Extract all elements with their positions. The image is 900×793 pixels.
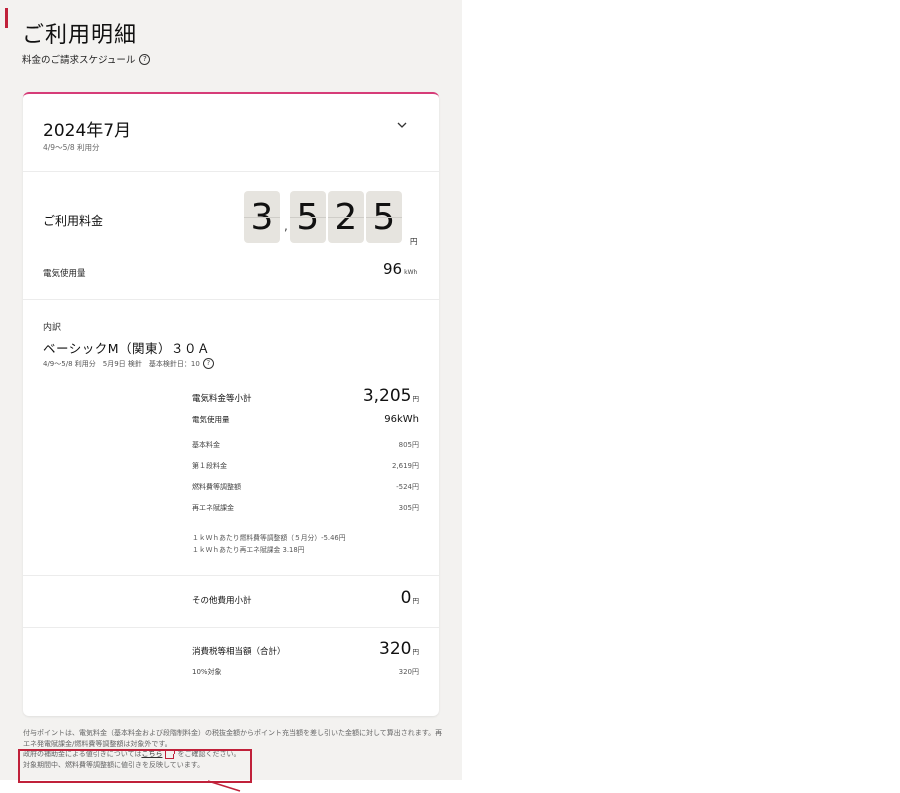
billing-schedule-link[interactable]: 料金のご請求スケジュール ?: [22, 52, 151, 66]
tax-total-amount: 320円: [379, 639, 419, 659]
breakdown-label: 内訳: [43, 323, 62, 333]
amount-unit: 円: [410, 237, 418, 246]
fuel-adjustment-note: １ｋＷｈあたり燃料費等調整額（５月分）-5.46円: [192, 534, 346, 542]
billing-schedule-label: 料金のご請求スケジュール: [22, 55, 136, 66]
divider: [23, 627, 439, 628]
tax-total-row: 消費税等相当額（合計） 320円: [192, 639, 419, 659]
kwh-value-group: 96 kWh: [383, 260, 417, 278]
fee-item-value: 805円: [398, 441, 419, 449]
tax-item-value: 320円: [398, 668, 419, 676]
fee-item-label: 再エネ賦課金: [192, 504, 234, 512]
points-note: 付与ポイントは、電気料金（基本料金および段階制料金）の税抜金額からポイント充当額…: [23, 729, 443, 748]
amount-digit: 5: [365, 191, 402, 243]
tax-item-row: 10%対象 320円: [192, 667, 419, 677]
electric-usage-row: 電気使用量 96kWh: [192, 414, 419, 425]
other-subtotal-unit: 円: [412, 597, 420, 605]
other-subtotal-row: その他費用小計 0円: [192, 588, 419, 608]
divider: [23, 575, 439, 576]
highlight-box: [18, 749, 252, 783]
fee-item-row: 燃料費等調整額 -524円: [192, 482, 419, 492]
plan-meta: 4/9〜5/8 利用分 5月9日 検針 基本検針日：10 ?: [43, 358, 214, 369]
amount-digit: 2: [327, 191, 364, 243]
tax-item-label: 10%対象: [192, 668, 222, 676]
electric-usage-label: 電気使用量: [192, 415, 230, 424]
fee-item-value: 2,619円: [391, 462, 419, 470]
fee-item-label: 基本料金: [192, 441, 220, 449]
usage-fee-label: ご利用料金: [43, 214, 104, 228]
billing-month: 2024年7月: [43, 121, 132, 141]
electric-subtotal-label: 電気料金等小計: [192, 394, 252, 404]
amount-digit: 3: [244, 191, 280, 243]
annotation-line: [207, 780, 241, 792]
renewable-levy-note: １ｋＷｈあたり再エネ賦課金 3.18円: [192, 546, 305, 554]
page-title: ご利用明細: [22, 22, 138, 48]
help-icon[interactable]: ?: [202, 358, 214, 369]
electric-subtotal-value: 3,205: [362, 386, 412, 406]
billing-panel: ご利用明細 料金のご請求スケジュール ? 2024年7月 4/9〜5/8 利用分…: [0, 0, 462, 780]
tax-total-unit: 円: [412, 648, 420, 656]
amount-separator: ,: [284, 219, 288, 233]
plan-meta-text: 4/9〜5/8 利用分 5月9日 検針 基本検針日：10: [43, 359, 200, 368]
help-icon[interactable]: ?: [139, 53, 151, 65]
kwh-label: 電気使用量: [43, 269, 86, 279]
tax-total-value: 320: [379, 639, 412, 659]
divider: [23, 299, 439, 300]
fee-item-row: 再エネ賦課金 305円: [192, 503, 419, 513]
tax-total-label: 消費税等相当額（合計）: [192, 647, 286, 657]
amount-digit: 5: [289, 191, 326, 243]
electric-subtotal-amount: 3,205円: [363, 386, 419, 406]
billing-card: 2024年7月 4/9〜5/8 利用分 ご利用料金 3 , 5 2 5 円 電気…: [23, 92, 439, 716]
fee-item-value: 305円: [398, 504, 419, 512]
fee-item-value: -524円: [396, 483, 419, 491]
fee-item-row: 第１段料金 2,619円: [192, 461, 419, 471]
kwh-value: 96: [383, 260, 403, 278]
billing-range: 4/9〜5/8 利用分: [43, 143, 100, 152]
electric-subtotal-unit: 円: [412, 395, 420, 403]
electric-usage-value: 96kWh: [384, 414, 419, 425]
other-subtotal-label: その他費用小計: [192, 596, 252, 606]
chevron-down-icon[interactable]: [395, 118, 409, 132]
amount-flip-display: 3 , 5 2 5: [244, 191, 404, 243]
divider: [23, 171, 439, 172]
other-subtotal-amount: 0円: [401, 588, 419, 608]
fee-item-row: 基本料金 805円: [192, 440, 419, 450]
kwh-unit: kWh: [404, 269, 418, 276]
electric-subtotal-row: 電気料金等小計 3,205円: [192, 386, 419, 406]
plan-name: ベーシックM（関東）３０Ａ: [43, 341, 211, 356]
fee-item-label: 第１段料金: [192, 462, 227, 470]
other-subtotal-value: 0: [400, 588, 412, 608]
fee-item-label: 燃料費等調整額: [192, 483, 241, 491]
title-accent-bar: [5, 8, 8, 28]
